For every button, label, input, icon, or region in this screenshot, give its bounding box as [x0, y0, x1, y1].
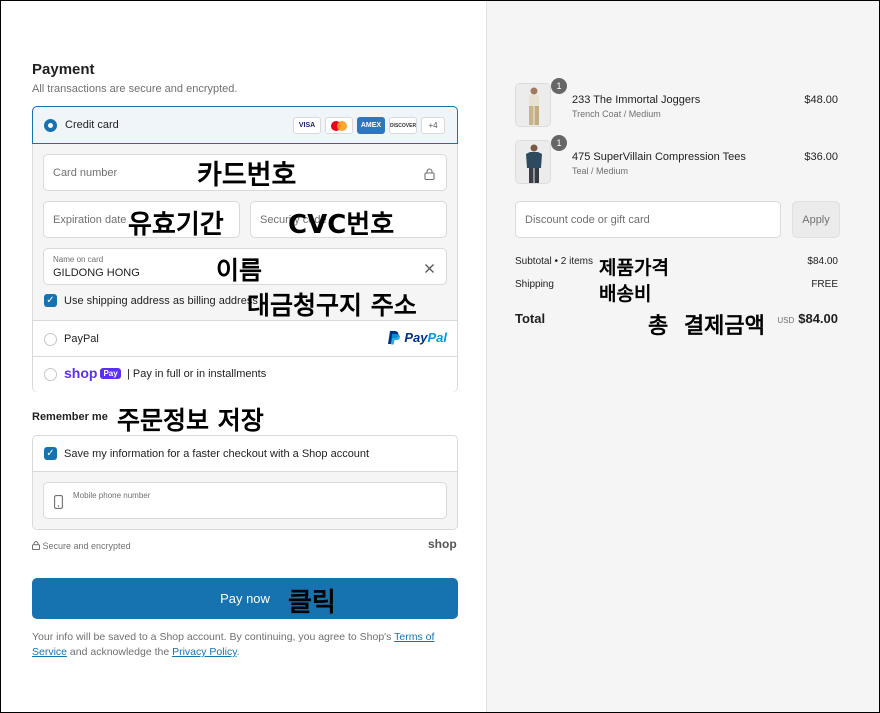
secure-note: Secure and encrypted: [32, 541, 131, 551]
total-label: Total: [515, 311, 546, 326]
clear-icon[interactable]: [424, 261, 435, 279]
annotation-cvc: CVC번호: [288, 210, 395, 240]
mobile-phone-field[interactable]: Mobile phone number: [43, 482, 447, 519]
shop-pay-badge: Pay: [100, 367, 121, 379]
shipping-value: FREE: [811, 279, 838, 290]
shop-pay-option[interactable]: shop Pay | Pay in full or in installment…: [33, 357, 457, 392]
total-currency: USD: [777, 316, 795, 325]
tee-image: [516, 141, 550, 183]
discover-icon: DISCOVER: [389, 117, 417, 134]
save-info-checkbox[interactable]: ✓: [44, 447, 57, 460]
phone-icon: [54, 495, 63, 514]
shop-pay-text: | Pay in full or in installments: [127, 368, 267, 380]
visa-icon: VISA: [293, 117, 321, 134]
annotation-product-price: 제품가격: [599, 257, 669, 279]
small-lock-icon: [32, 541, 40, 550]
order-summary-panel: 1 233 The Immortal Joggers Trench Coat /…: [486, 1, 879, 712]
credit-card-option[interactable]: Credit card VISA AMEX DISCOVER +4: [32, 106, 458, 144]
legal-text: Your info will be saved to a Shop accoun…: [32, 630, 462, 660]
legal-end: .: [236, 646, 240, 658]
shop-pay-radio[interactable]: [44, 368, 57, 381]
remember-me-title: Remember me: [32, 411, 108, 423]
discount-code-field[interactable]: Discount code or gift card: [515, 201, 781, 238]
item-variant: Trench Coat / Medium: [572, 109, 661, 119]
save-info-row[interactable]: ✓ Save my information for a faster check…: [33, 436, 457, 472]
billing-checkbox-label: Use shipping address as billing address: [64, 295, 258, 307]
annotation-billing: 대금청구지 주소: [247, 291, 417, 320]
annotation-shipping: 배송비: [599, 283, 652, 305]
remember-me-fields: Mobile phone number: [33, 472, 457, 529]
quantity-badge: 1: [551, 78, 567, 94]
mastercard-icon: [325, 117, 353, 134]
item-name: 475 SuperVillain Compression Tees: [572, 151, 746, 163]
legal-prefix: Your info will be saved to a Shop accoun…: [32, 631, 395, 643]
total-amount: USD $84.00: [777, 311, 838, 326]
billing-checkbox[interactable]: ✓: [44, 294, 57, 307]
card-brands: VISA AMEX DISCOVER +4: [293, 117, 445, 134]
subtotal-label: Subtotal • 2 items: [515, 256, 593, 267]
annotation-name: 이름: [216, 256, 263, 285]
paypal-icon: [388, 331, 401, 345]
name-on-card-value: GILDONG HONG: [53, 267, 140, 279]
pay-now-label: Pay now: [220, 591, 270, 606]
annotation-remember: 주문정보 저장: [117, 406, 264, 435]
quantity-badge: 1: [551, 135, 567, 151]
phone-label: Mobile phone number: [73, 491, 151, 500]
credit-card-label: Credit card: [65, 119, 119, 131]
apply-label: Apply: [802, 213, 830, 226]
annotation-expiry: 유효기간: [128, 210, 224, 240]
shop-wordmark: shop: [64, 365, 98, 381]
item-price: $48.00: [804, 94, 838, 106]
lock-icon: [424, 167, 435, 185]
shipping-label: Shipping: [515, 279, 554, 290]
paypal-option[interactable]: PayPal PayPal: [33, 321, 457, 357]
paypal-label: PayPal: [64, 333, 99, 345]
discount-placeholder: Discount code or gift card: [525, 214, 650, 226]
remember-me-box: ✓ Save my information for a faster check…: [32, 435, 458, 530]
item-price: $36.00: [804, 151, 838, 163]
save-info-label: Save my information for a faster checkou…: [64, 448, 370, 460]
item-name: 233 The Immortal Joggers: [572, 94, 701, 106]
more-cards-badge: +4: [421, 117, 445, 134]
shop-footer-logo: shop: [428, 537, 457, 551]
legal-mid: and acknowledge the: [67, 646, 173, 658]
apply-button[interactable]: Apply: [792, 201, 840, 238]
subtotal-value: $84.00: [807, 256, 838, 267]
card-number-placeholder: Card number: [53, 167, 118, 179]
paypal-radio[interactable]: [44, 333, 57, 346]
payment-subtitle: All transactions are secure and encrypte…: [32, 83, 238, 95]
name-on-card-label: Name on card: [53, 255, 104, 264]
credit-card-radio[interactable]: [44, 119, 57, 132]
privacy-policy-link[interactable]: Privacy Policy: [172, 646, 237, 658]
product-thumbnail: [515, 140, 551, 184]
paypal-logo: PayPal: [388, 330, 447, 345]
total-value: $84.00: [798, 311, 838, 326]
pay-now-button[interactable]: Pay now: [32, 578, 458, 619]
paypal-logo-text-a: Pay: [404, 330, 428, 345]
shop-pay-logo: shop Pay: [64, 365, 121, 381]
annotation-total: 총 결제금액: [648, 314, 765, 339]
expiration-placeholder: Expiration date: [53, 214, 127, 226]
payment-title: Payment: [32, 61, 95, 78]
paypal-logo-text-b: Pal: [427, 330, 447, 345]
secure-text: Secure and encrypted: [42, 541, 131, 551]
amex-icon: AMEX: [357, 117, 385, 134]
annotation-click: 클릭: [288, 588, 336, 618]
annotation-card-number: 카드번호: [197, 160, 297, 191]
joggers-image: [516, 84, 550, 126]
item-variant: Teal / Medium: [572, 166, 629, 176]
product-thumbnail: [515, 83, 551, 127]
